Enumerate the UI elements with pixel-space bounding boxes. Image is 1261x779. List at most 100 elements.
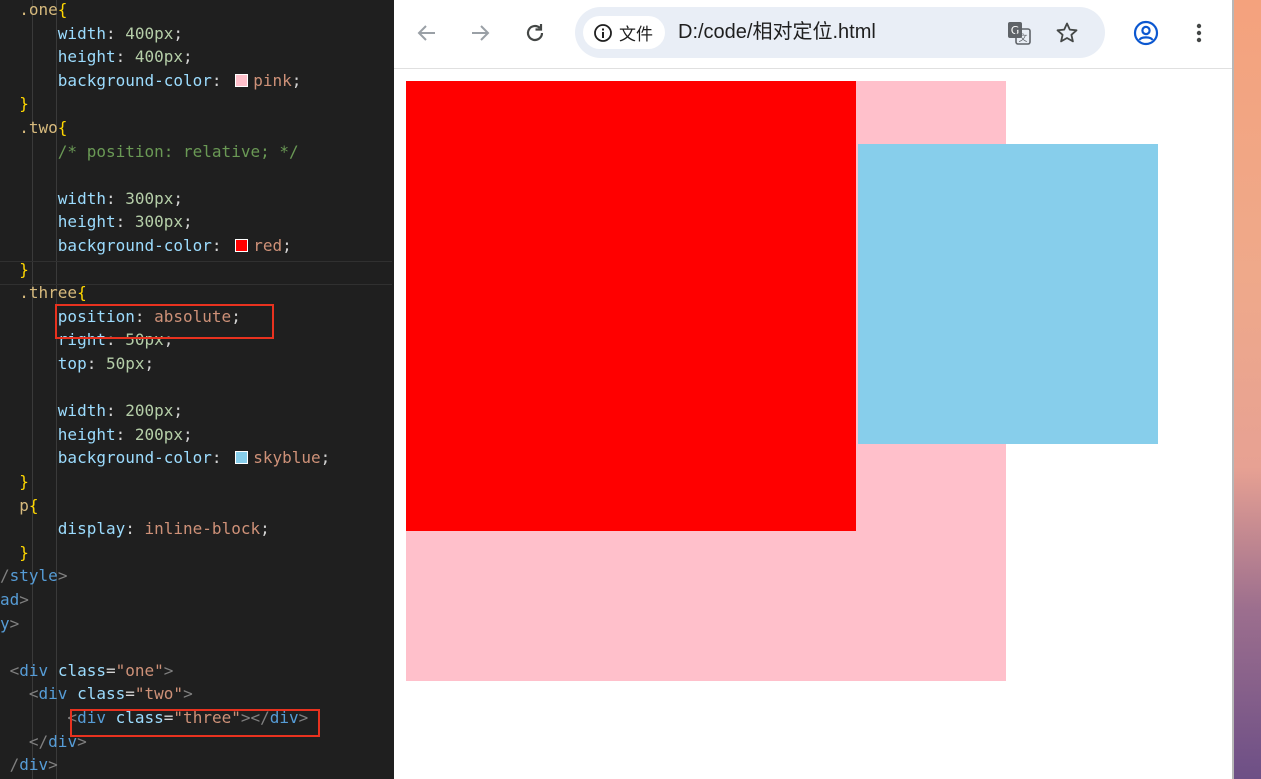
- code-token: :: [115, 212, 135, 232]
- code-token: pink: [253, 70, 292, 90]
- code-line[interactable]: height: 300px;: [0, 210, 193, 234]
- code-token: red: [253, 236, 283, 255]
- code-line[interactable]: height: 200px;: [0, 423, 193, 447]
- color-swatch[interactable]: [235, 239, 249, 252]
- code-line[interactable]: background-color: skyblue;: [0, 446, 330, 470]
- code-token: >: [57, 566, 68, 586]
- code-token: div: [38, 684, 68, 704]
- code-line[interactable]: y>: [0, 612, 19, 636]
- address-bar[interactable]: 文件 D:/code/相对定位.html G 文: [575, 7, 1105, 58]
- code-token: 400px: [134, 47, 184, 67]
- page-viewport: [394, 69, 1232, 779]
- code-token: >: [48, 755, 58, 775]
- code-token: </: [0, 731, 49, 751]
- reload-button[interactable]: [519, 17, 551, 49]
- browser-window: 文件 D:/code/相对定位.html G 文: [394, 0, 1232, 779]
- code-token: =: [125, 684, 135, 704]
- code-token: 200px: [134, 424, 184, 444]
- code-token: background-color: [57, 70, 212, 90]
- code-line[interactable]: <div class="one">: [0, 659, 174, 683]
- code-token: .one: [0, 0, 58, 19]
- code-token: }: [0, 542, 29, 562]
- code-token: height: [57, 212, 116, 232]
- code-token: ;: [144, 354, 155, 373]
- profile-button[interactable]: [1130, 17, 1162, 49]
- code-line[interactable]: }: [0, 258, 29, 282]
- code-token: div: [19, 660, 49, 680]
- code-token: inline-block: [144, 519, 261, 539]
- code-token: ;: [320, 448, 331, 468]
- code-editor[interactable]: .one{ width: 400px; height: 400px; backg…: [0, 0, 392, 779]
- bookmark-button[interactable]: [1051, 17, 1083, 49]
- code-line[interactable]: width: 300px;: [0, 187, 183, 211]
- code-line[interactable]: }: [0, 92, 29, 116]
- code-line[interactable]: }: [0, 541, 29, 565]
- color-swatch[interactable]: [235, 451, 249, 465]
- code-line[interactable]: <div class="two">: [0, 682, 193, 706]
- code-line[interactable]: ad>: [0, 588, 29, 612]
- code-token: class: [77, 684, 126, 704]
- code-token: ;: [183, 47, 193, 67]
- translate-button[interactable]: G 文: [1003, 17, 1035, 49]
- code-line[interactable]: p{: [0, 494, 38, 518]
- site-info-chip[interactable]: 文件: [583, 16, 665, 49]
- code-token: :: [211, 448, 232, 468]
- color-swatch[interactable]: [235, 73, 249, 87]
- site-info-label: 文件: [619, 25, 653, 44]
- code-token: /: [0, 566, 10, 586]
- code-token: y: [0, 613, 10, 633]
- code-line[interactable]: .one{: [0, 0, 67, 22]
- code-token: }: [0, 472, 29, 491]
- div-two-red-box: [406, 81, 856, 531]
- code-line[interactable]: background-color: red;: [0, 234, 292, 258]
- code-token: >: [163, 660, 174, 680]
- browser-menu-button[interactable]: [1183, 17, 1215, 49]
- window-edge: [1232, 0, 1234, 779]
- code-line[interactable]: /* position: relative; */: [0, 140, 299, 164]
- code-token: ;: [183, 424, 193, 444]
- code-line[interactable]: }: [0, 470, 29, 494]
- code-line[interactable]: top: 50px;: [0, 352, 154, 376]
- code-token: ;: [173, 23, 184, 43]
- code-token: {: [57, 0, 68, 19]
- star-icon: [1056, 22, 1078, 43]
- code-token: :: [105, 188, 126, 208]
- forward-arrow-icon: [472, 25, 490, 41]
- code-token: class: [57, 660, 106, 680]
- code-token: <: [0, 708, 78, 727]
- code-token: "one": [115, 660, 164, 680]
- code-line[interactable]: height: 400px;: [0, 45, 193, 69]
- translate-icon: G 文: [1008, 22, 1031, 45]
- code-line[interactable]: .two{: [0, 116, 67, 140]
- code-token: }: [0, 259, 29, 279]
- forward-button[interactable]: [464, 17, 496, 49]
- desktop-background: [1232, 0, 1261, 779]
- code-token: 300px: [134, 212, 184, 232]
- code-line[interactable]: /style>: [0, 564, 67, 588]
- code-token: {: [77, 283, 87, 303]
- url-text[interactable]: D:/code/相对定位.html: [678, 7, 876, 58]
- code-line[interactable]: width: 200px;: [0, 399, 183, 423]
- code-line[interactable]: display: inline-block;: [0, 517, 270, 541]
- code-token: /: [0, 755, 20, 775]
- code-token: :: [115, 47, 135, 67]
- code-line[interactable]: width: 400px;: [0, 22, 183, 46]
- code-token: <: [0, 660, 20, 680]
- code-line[interactable]: background-color: pink;: [0, 69, 302, 93]
- code-line[interactable]: /div>: [0, 753, 58, 777]
- highlight-box-position: [55, 304, 274, 339]
- code-token: /* position: relative; */: [57, 141, 299, 161]
- code-token: ad: [0, 590, 20, 609]
- back-button[interactable]: [411, 17, 443, 49]
- code-line[interactable]: .three{: [0, 281, 87, 305]
